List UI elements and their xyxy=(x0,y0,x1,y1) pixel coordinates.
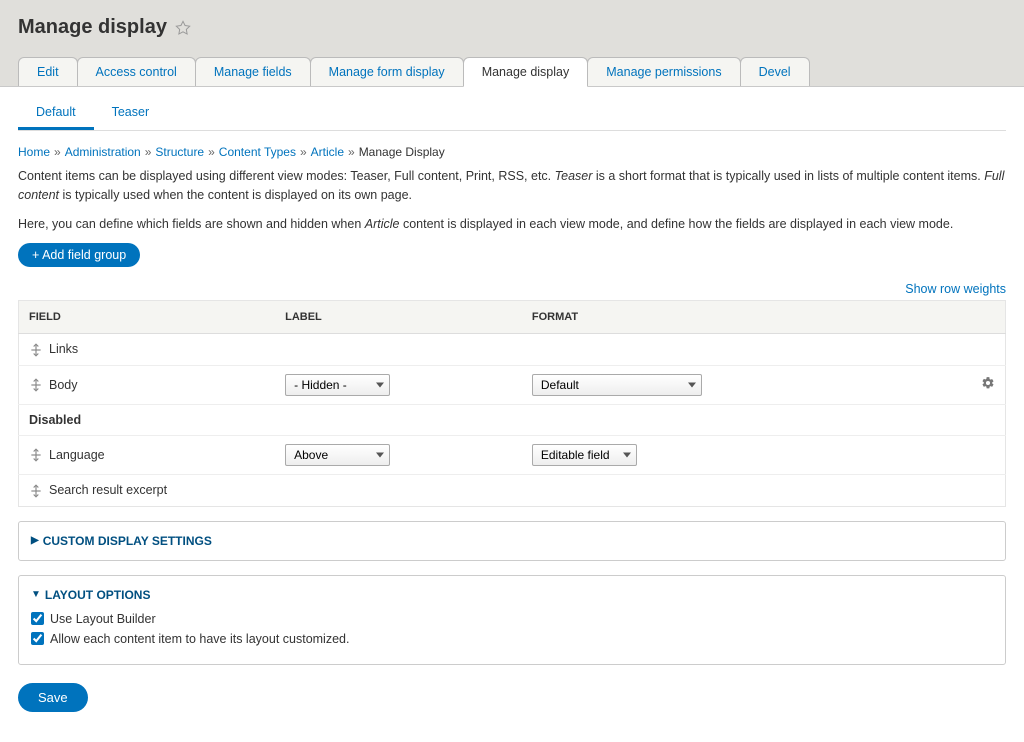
breadcrumb: Home»Administration»Structure»Content Ty… xyxy=(18,145,1006,159)
drag-handle-icon[interactable] xyxy=(29,448,43,462)
field-name: Links xyxy=(49,342,78,356)
secondary-tab-default[interactable]: Default xyxy=(18,97,94,130)
primary-tab-manage-display[interactable]: Manage display xyxy=(463,57,589,87)
page-title: Manage display xyxy=(18,16,167,39)
col-field: Field xyxy=(19,301,276,334)
table-row: Search result excerpt xyxy=(19,474,1006,506)
select-above[interactable]: Above xyxy=(285,444,390,466)
custom-display-settings-summary[interactable]: ▶ Custom display settings xyxy=(31,534,993,548)
primary-tab-devel[interactable]: Devel xyxy=(740,57,810,86)
breadcrumb-separator: » xyxy=(296,145,311,159)
breadcrumb-current: Manage Display xyxy=(359,145,445,159)
select--hidden-[interactable]: - Hidden - xyxy=(285,374,390,396)
field-name: Body xyxy=(49,378,78,392)
allow-custom-layout-checkbox[interactable] xyxy=(31,632,44,645)
save-button[interactable]: Save xyxy=(18,683,88,712)
table-row: Body - Hidden - Default xyxy=(19,365,1006,404)
breadcrumb-link-structure[interactable]: Structure xyxy=(155,145,204,159)
field-name: Language xyxy=(49,448,105,462)
secondary-tabs: DefaultTeaser xyxy=(18,97,1006,131)
custom-display-settings-details[interactable]: ▶ Custom display settings xyxy=(18,521,1006,561)
layout-options-summary[interactable]: ▼ Layout options xyxy=(31,588,993,602)
breadcrumb-separator: » xyxy=(50,145,65,159)
breadcrumb-link-content-types[interactable]: Content Types xyxy=(219,145,296,159)
field-display-table: Field Label Format Links Body - Hidden - De… xyxy=(18,300,1006,506)
allow-custom-layout-label: Allow each content item to have its layo… xyxy=(50,632,349,646)
field-name: Search result excerpt xyxy=(49,483,167,497)
drag-handle-icon[interactable] xyxy=(29,343,43,357)
breadcrumb-separator: » xyxy=(344,145,359,159)
use-layout-builder-checkbox[interactable] xyxy=(31,612,44,625)
layout-options-details[interactable]: ▼ Layout options Use Layout Builder Allo… xyxy=(18,575,1006,665)
primary-tabs: EditAccess controlManage fieldsManage fo… xyxy=(18,57,1006,86)
table-row: Language Above Editable field xyxy=(19,435,1006,474)
breadcrumb-separator: » xyxy=(141,145,156,159)
secondary-tab-teaser[interactable]: Teaser xyxy=(94,97,168,130)
breadcrumb-link-home[interactable]: Home xyxy=(18,145,50,159)
breadcrumb-link-administration[interactable]: Administration xyxy=(65,145,141,159)
triangle-right-icon: ▶ xyxy=(31,535,39,546)
primary-tab-edit[interactable]: Edit xyxy=(18,57,78,86)
primary-tab-manage-fields[interactable]: Manage fields xyxy=(195,57,311,86)
triangle-down-icon: ▼ xyxy=(31,589,41,600)
drag-handle-icon[interactable] xyxy=(29,484,43,498)
drag-handle-icon[interactable] xyxy=(29,378,43,392)
breadcrumb-link-article[interactable]: Article xyxy=(311,145,344,159)
select-editable-field[interactable]: Editable field xyxy=(532,444,637,466)
col-format: Format xyxy=(522,301,966,334)
breadcrumb-separator: » xyxy=(204,145,219,159)
primary-tab-manage-permissions[interactable]: Manage permissions xyxy=(587,57,740,86)
gear-icon[interactable] xyxy=(981,376,995,390)
col-label: Label xyxy=(275,301,522,334)
use-layout-builder-label: Use Layout Builder xyxy=(50,612,156,626)
primary-tab-access-control[interactable]: Access control xyxy=(77,57,196,86)
primary-tab-manage-form-display[interactable]: Manage form display xyxy=(310,57,464,86)
favorite-star-icon[interactable] xyxy=(175,20,191,36)
add-field-group-button[interactable]: + Add field group xyxy=(18,243,140,267)
select-default[interactable]: Default xyxy=(532,374,702,396)
help-text-2: Here, you can define which fields are sh… xyxy=(18,215,1006,234)
table-row: Links xyxy=(19,334,1006,366)
disabled-section-heading: Disabled xyxy=(19,404,1006,435)
show-row-weights-link[interactable]: Show row weights xyxy=(905,282,1006,296)
help-text-1: Content items can be displayed using dif… xyxy=(18,167,1006,205)
